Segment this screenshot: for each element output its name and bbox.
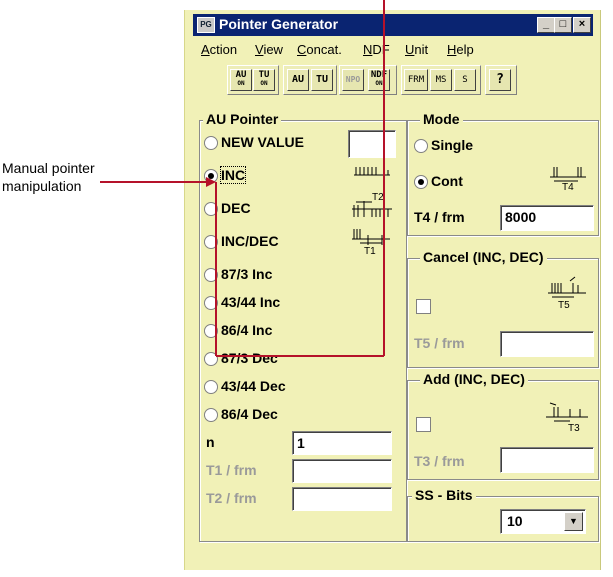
callout-arrowhead — [206, 177, 216, 187]
callout-overlay — [100, 0, 385, 357]
